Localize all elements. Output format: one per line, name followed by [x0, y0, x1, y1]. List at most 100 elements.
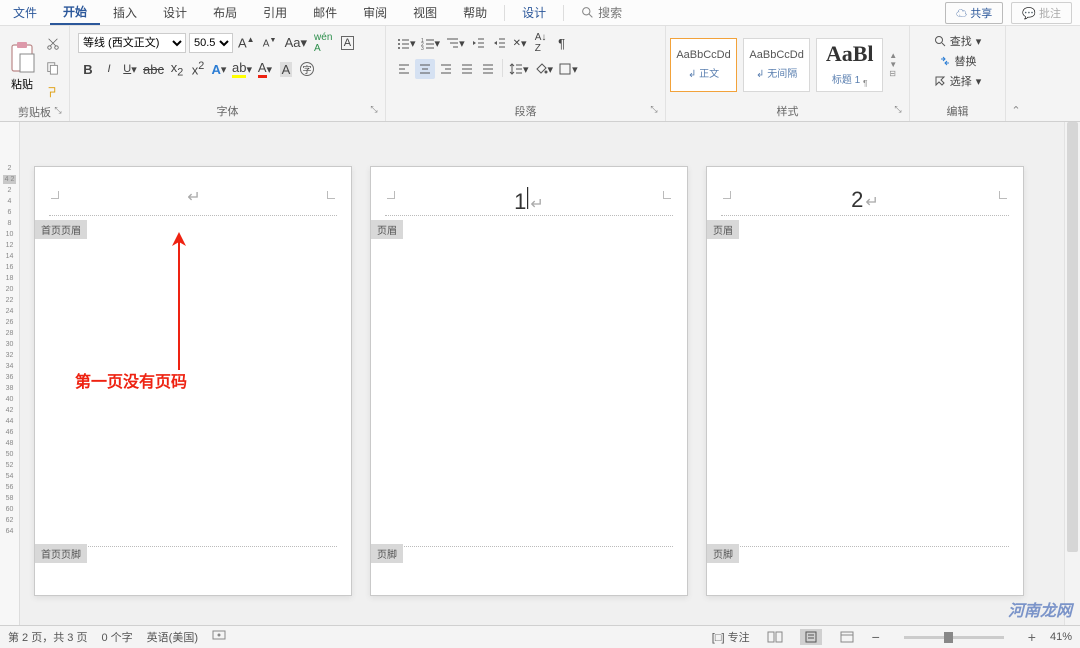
zoom-slider[interactable] — [904, 636, 1004, 639]
document-area: 24 2246810121416182022242628303234363840… — [0, 122, 1064, 625]
status-macro-icon[interactable] — [212, 630, 226, 645]
grow-font-button[interactable]: A▲ — [236, 33, 257, 53]
focus-mode-button[interactable]: [□] 专注 — [712, 629, 750, 645]
menu-insert[interactable]: 插入 — [100, 0, 150, 25]
numbering-button[interactable]: 123▾ — [419, 33, 443, 53]
dialog-launcher-icon[interactable]: ⤡ — [369, 104, 379, 114]
status-bar: 第 2 页，共 3 页 0 个字 英语(美国) [□] 专注 − + 41% — [0, 625, 1080, 648]
web-layout-button[interactable] — [836, 629, 858, 645]
format-painter-button[interactable] — [44, 83, 62, 101]
page-2[interactable]: 1↵ 页眉 页脚 — [370, 166, 688, 596]
page-1[interactable]: ↵ 首页页眉 首页页脚 第一页没有页码 — [34, 166, 352, 596]
select-button[interactable]: 选择 ▾ — [934, 73, 982, 89]
group-editing-label: 编辑 — [914, 100, 1001, 121]
ribbon-collapse-button[interactable]: ⌃ — [1011, 104, 1020, 117]
menu-references[interactable]: 引用 — [250, 0, 300, 25]
sort-button[interactable]: A↓Z — [531, 33, 551, 53]
header-tag: 页眉 — [371, 220, 403, 239]
menu-file[interactable]: 文件 — [0, 0, 50, 25]
status-page[interactable]: 第 2 页，共 3 页 — [8, 629, 87, 645]
copy-button[interactable] — [44, 59, 62, 77]
style-nospace[interactable]: AaBbCcDd ↲ 无间隔 — [743, 38, 810, 92]
highlight-button[interactable]: ab▾ — [230, 59, 254, 79]
border-icon — [558, 62, 572, 76]
menu-layout[interactable]: 布局 — [200, 0, 250, 25]
strikethrough-button[interactable]: abc — [141, 59, 166, 79]
print-layout-button[interactable] — [800, 629, 822, 645]
paste-button[interactable]: 粘贴 — [4, 42, 40, 92]
align-center-button[interactable] — [415, 59, 435, 79]
annotation-text: 第一页没有页码 — [75, 368, 187, 392]
dialog-launcher-icon[interactable]: ⤡ — [53, 105, 63, 115]
zoom-in-button[interactable]: + — [1028, 629, 1036, 645]
vertical-ruler[interactable]: 24 2246810121416182022242628303234363840… — [0, 122, 20, 625]
menu-bar: 文件 开始 插入 设计 布局 引用 邮件 审阅 视图 帮助 设计 搜索 ☁ 共享… — [0, 0, 1080, 26]
zoom-out-button[interactable]: − — [872, 629, 880, 645]
replace-button[interactable]: 替换 — [939, 53, 977, 69]
indent-icon — [492, 36, 506, 50]
find-button[interactable]: 查找 ▾ — [934, 33, 982, 49]
dialog-launcher-icon[interactable]: ⤡ — [893, 104, 903, 114]
search-icon — [934, 35, 946, 47]
underline-button[interactable]: U▾ — [120, 59, 140, 79]
align-right-button[interactable] — [436, 59, 456, 79]
borders-button[interactable]: ▾ — [556, 59, 580, 79]
status-language[interactable]: 英语(美国) — [147, 629, 198, 645]
bullets-button[interactable]: ▾ — [394, 33, 418, 53]
paragraph-mark-icon: ↵ — [187, 187, 200, 207]
style-gallery-expand[interactable]: ▲▼⊟ — [889, 51, 905, 78]
char-border-button[interactable]: A — [337, 33, 357, 53]
align-left-button[interactable] — [394, 59, 414, 79]
italic-button[interactable]: I — [99, 59, 119, 79]
watermark: 河南龙网 — [1008, 597, 1072, 621]
group-styles: AaBbCcDd ↲ 正文 AaBbCcDd ↲ 无间隔 AaBl 标题 1 ¶… — [666, 26, 910, 121]
bold-button[interactable]: B — [78, 59, 98, 79]
read-mode-button[interactable] — [764, 629, 786, 645]
vertical-scrollbar[interactable] — [1064, 122, 1080, 625]
brush-icon — [46, 85, 60, 99]
font-name-select[interactable]: 等线 (西文正文) — [78, 33, 186, 53]
indent-increase-button[interactable] — [489, 33, 509, 53]
asian-layout-button[interactable]: ✕▾ — [510, 33, 530, 53]
search-label: 搜索 — [598, 4, 622, 21]
menu-help[interactable]: 帮助 — [450, 0, 500, 25]
shrink-font-button[interactable]: A▼ — [260, 33, 280, 53]
comment-button[interactable]: 💬 批注 — [1011, 2, 1072, 24]
menu-mail[interactable]: 邮件 — [300, 0, 350, 25]
line-spacing-button[interactable]: ▾ — [507, 59, 531, 79]
menu-design-tools[interactable]: 设计 — [509, 0, 559, 25]
menu-view[interactable]: 视图 — [400, 0, 450, 25]
zoom-level[interactable]: 41% — [1050, 631, 1072, 643]
phonetic-button[interactable]: wénA — [312, 33, 334, 53]
text-effects-button[interactable]: A▾ — [209, 59, 229, 79]
align-justify-button[interactable] — [457, 59, 477, 79]
menu-home[interactable]: 开始 — [50, 0, 100, 25]
shading-button[interactable]: ▾ — [532, 59, 556, 79]
font-size-select[interactable]: 50.5 — [189, 33, 233, 53]
search-box[interactable]: 搜索 — [568, 0, 635, 25]
page-3[interactable]: 2↵ 页眉 页脚 — [706, 166, 1024, 596]
char-shading-button[interactable]: A — [276, 59, 296, 79]
enclose-char-button[interactable]: 字 — [297, 59, 317, 79]
change-case-button[interactable]: Aa▾ — [283, 33, 309, 53]
multilevel-button[interactable]: ▾ — [443, 33, 467, 53]
status-words[interactable]: 0 个字 — [101, 629, 132, 645]
superscript-button[interactable]: x2 — [188, 59, 208, 79]
scrollbar-thumb[interactable] — [1067, 122, 1078, 552]
style-normal[interactable]: AaBbCcDd ↲ 正文 — [670, 38, 737, 92]
menu-design[interactable]: 设计 — [150, 0, 200, 25]
cursor-icon — [934, 75, 946, 87]
indent-decrease-button[interactable] — [468, 33, 488, 53]
footer-tag-first: 首页页脚 — [35, 544, 87, 563]
cut-button[interactable] — [44, 35, 62, 53]
clipboard-icon — [8, 42, 36, 74]
share-button[interactable]: ☁ 共享 — [945, 2, 1003, 24]
dialog-launcher-icon[interactable]: ⤡ — [649, 104, 659, 114]
group-font: 等线 (西文正文) 50.5 A▲ A▼ Aa▾ wénA A B I U▾ a… — [70, 26, 386, 121]
font-color-button[interactable]: A▾ — [255, 59, 275, 79]
style-heading1[interactable]: AaBl 标题 1 ¶ — [816, 38, 883, 92]
distribute-button[interactable] — [478, 59, 498, 79]
menu-review[interactable]: 审阅 — [350, 0, 400, 25]
subscript-button[interactable]: x2 — [167, 59, 187, 79]
show-marks-button[interactable]: ¶ — [552, 33, 572, 53]
